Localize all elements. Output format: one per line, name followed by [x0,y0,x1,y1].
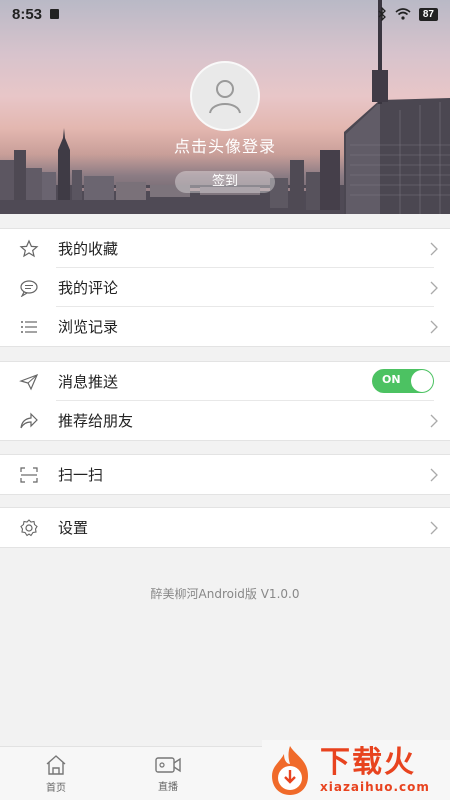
toggle-knob [411,370,433,392]
menu-item-settings[interactable]: 设置 [0,508,450,547]
chevron-right-icon [418,468,450,482]
chevron-right-icon [418,414,450,428]
share-icon [0,412,58,430]
menu-item-label: 浏览记录 [58,318,119,336]
app-version: 醉美柳河Android版 V1.0.0 [150,587,300,601]
chevron-right-icon [418,521,450,535]
menu-group-scan: 扫一扫 [0,454,450,495]
star-icon [0,239,58,259]
watermark-title: 下载火 [320,745,416,780]
menu-group-notifications: 消息推送 ON 推荐给朋友 [0,361,450,441]
menu-item-label: 设置 [58,519,89,537]
chevron-right-icon [418,320,450,334]
signin-button[interactable]: 签到 [175,171,275,193]
profile-header: 点击头像登录 签到 [0,0,450,214]
menu-group-personal: 我的收藏 我的评论 浏览记录 [0,228,450,347]
watermark-domain: xiazaihuo.com [320,780,430,794]
chevron-right-icon [418,242,450,256]
gear-icon [0,518,58,538]
menu-item-favorites[interactable]: 我的收藏 [0,229,450,268]
menu-item-comments[interactable]: 我的评论 [0,268,450,307]
bluetooth-icon [378,7,386,21]
status-time: 8:53 [12,5,43,23]
wifi-icon [395,8,411,20]
toggle-on-label: ON [382,373,401,386]
nav-live[interactable]: 直播 [112,747,224,800]
video-camera-icon [155,756,181,773]
flame-logo-icon [272,746,308,795]
home-icon [46,754,66,775]
chevron-right-icon [418,281,450,295]
nav-home[interactable]: 首页 [0,747,112,800]
comment-icon [0,279,58,297]
list-icon [0,319,58,335]
nav-label: 首页 [46,782,66,794]
menu-item-share[interactable]: 推荐给朋友 [0,401,450,440]
menu-item-label: 扫一扫 [58,466,104,484]
user-icon [209,80,241,114]
battery-indicator: 87 [418,7,438,21]
scan-icon [0,466,58,484]
menu-item-label: 我的评论 [58,279,119,297]
menu-item-label: 推荐给朋友 [58,412,134,430]
watermark: 下载火 xiazaihuo.com [262,740,450,800]
menu-item-scan[interactable]: 扫一扫 [0,455,450,494]
login-prompt[interactable]: 点击头像登录 [0,133,450,157]
avatar[interactable] [190,61,260,131]
push-toggle[interactable]: ON [372,369,434,393]
menu-item-history[interactable]: 浏览记录 [0,307,450,346]
send-icon [0,373,58,391]
menu-item-label: 我的收藏 [58,240,119,258]
nav-label: 直播 [158,781,178,793]
menu-group-settings: 设置 [0,507,450,548]
status-bar: 8:53 87 [0,0,450,28]
sd-card-icon [50,9,60,19]
menu-item-push: 消息推送 ON [0,362,450,401]
